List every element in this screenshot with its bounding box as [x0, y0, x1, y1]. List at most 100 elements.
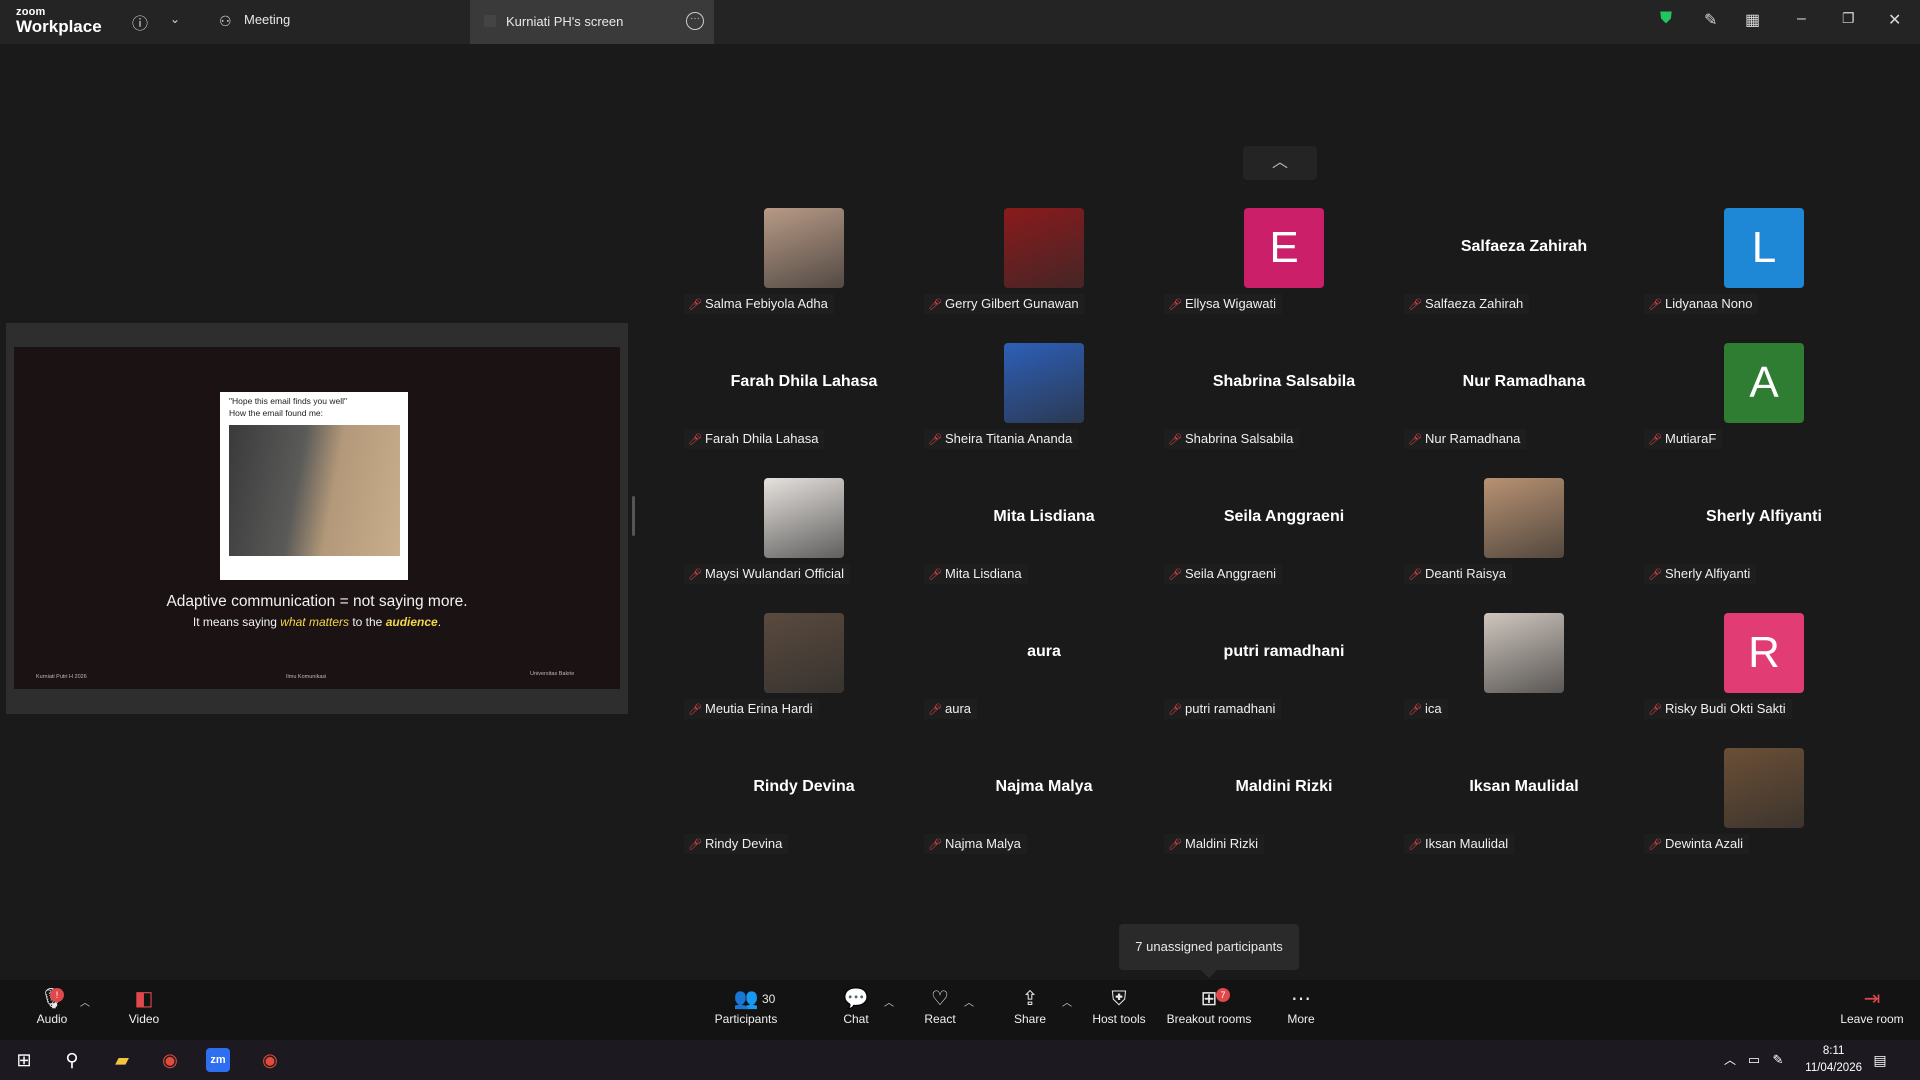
more-label: More [1287, 1012, 1315, 1026]
chat-label: Chat [843, 1012, 869, 1026]
unassigned-participants-tooltip[interactable]: 7 unassigned participants [1119, 924, 1299, 970]
mic-muted-icon: 🎤︎ [688, 299, 702, 311]
subtitle-emphasis: what matters [280, 615, 349, 629]
minimize-icon[interactable]: – [1797, 10, 1806, 28]
annotate-pen-icon[interactable]: ✎ [1704, 10, 1717, 30]
chrome-profile-icon[interactable]: ◉ [258, 1048, 282, 1072]
participant-name-tag: 🎤︎ Sheira Titania Ananda [924, 429, 1079, 449]
leave-room-button[interactable]: ⇥ Leave room [1836, 980, 1908, 1040]
network-icon[interactable]: ▭ [1742, 1048, 1766, 1072]
breakout-rooms-label: Breakout rooms [1166, 1012, 1252, 1026]
participant-tile[interactable]: 🎤︎ Salma Febiyola Adha [684, 208, 924, 343]
share-options-caret[interactable]: ︿ [1062, 994, 1072, 1009]
clock-time: 8:11 [1822, 1045, 1845, 1057]
host-tools-button[interactable]: ⛨ Host tools [1088, 980, 1150, 1040]
participant-name-tag: 🎤︎ Deanti Raisya [1404, 564, 1512, 584]
meme-image: "Hope this email finds you well" How the… [220, 392, 408, 580]
participant-tile[interactable]: Iksan Maulidal 🎤︎ Iksan Maulidal [1404, 748, 1644, 883]
participant-tile[interactable]: 🎤︎ Deanti Raisya [1404, 478, 1644, 613]
avatar-photo [764, 613, 844, 693]
pen-tray-icon[interactable]: ✎ [1766, 1048, 1790, 1072]
participant-name-tag: 🎤︎ Lidyanaa Nono [1644, 294, 1759, 314]
share-button[interactable]: ⇪ Share [1006, 980, 1054, 1040]
tray-chevron-icon[interactable]: ︿ [1718, 1048, 1742, 1072]
participant-tile[interactable]: Salfaeza Zahirah 🎤︎ Salfaeza Zahirah [1404, 208, 1644, 343]
avatar-initial: E [1244, 208, 1324, 288]
security-shield-icon[interactable]: ⛊ [1660, 10, 1672, 28]
close-icon[interactable]: ✕ [1888, 10, 1901, 30]
more-options-icon[interactable]: ··· [686, 12, 704, 30]
participant-name: Maysi Wulandari Official [705, 566, 844, 581]
participant-name: Nur Ramadhana [1425, 431, 1521, 446]
zoom-app-icon[interactable]: zm [206, 1048, 230, 1072]
windows-start-icon[interactable]: ⊞ [12, 1048, 36, 1072]
breakout-rooms-button[interactable]: ⊞ Breakout rooms [1162, 980, 1256, 1040]
shared-screen-panel[interactable]: "Hope this email finds you well" How the… [6, 323, 628, 714]
audio-label: Audio [36, 1012, 68, 1026]
chevron-down-icon[interactable]: ⌄ [170, 12, 180, 26]
react-button[interactable]: ♡ React [916, 980, 964, 1040]
participant-name: Najma Malya [945, 836, 1021, 851]
participant-name-tag: 🎤︎ Risky Budi Okti Sakti [1644, 699, 1792, 719]
participant-tile[interactable]: E 🎤︎ Ellysa Wigawati [1164, 208, 1404, 343]
search-icon[interactable]: ⚲ [60, 1048, 84, 1072]
mic-muted-icon: 🎤︎ [1408, 299, 1422, 311]
react-options-caret[interactable]: ︿ [964, 994, 974, 1009]
mic-muted-icon: 🎤︎ [1168, 434, 1182, 446]
participant-tile[interactable]: A 🎤︎ MutiaraF [1644, 343, 1884, 478]
tab-meeting[interactable]: Meeting [244, 12, 290, 27]
file-explorer-icon[interactable]: ▰ [110, 1048, 134, 1072]
participant-tile[interactable]: putri ramadhani 🎤︎ putri ramadhani [1164, 613, 1404, 748]
participant-tile[interactable]: Najma Malya 🎤︎ Najma Malya [924, 748, 1164, 883]
chrome-icon[interactable]: ◉ [158, 1048, 182, 1072]
mic-muted-icon: 🎤︎ [688, 839, 702, 851]
system-clock[interactable]: 8:11 11/04/2026 [1805, 1043, 1862, 1077]
participant-tile[interactable]: 🎤︎ ica [1404, 613, 1644, 748]
participant-tile[interactable]: aura 🎤︎ aura [924, 613, 1164, 748]
meeting-info-icon[interactable]: ⓘ [132, 10, 148, 34]
participant-name: Ellysa Wigawati [1185, 296, 1277, 311]
participant-tile[interactable]: Sherly Alfiyanti 🎤︎ Sherly Alfiyanti [1644, 478, 1884, 613]
participant-tile[interactable]: 🎤︎ Maysi Wulandari Official [684, 478, 924, 613]
meme-caption-2: How the email found me: [229, 408, 324, 418]
audio-options-caret[interactable]: ︿ [80, 994, 90, 1009]
logo-bottom-text: Workplace [16, 17, 102, 36]
subtitle-part: It means saying [192, 615, 281, 629]
view-layout-icon[interactable]: ▦ [1745, 10, 1760, 30]
participant-tile[interactable]: 🎤︎ Sheira Titania Ananda [924, 343, 1164, 478]
participants-button[interactable]: 👥 Participants [712, 980, 780, 1040]
participant-tile[interactable]: 🎤︎ Dewinta Azali [1644, 748, 1884, 883]
mic-muted-icon: 🎤︎ [1648, 704, 1662, 716]
chat-button[interactable]: 💬 Chat [832, 980, 880, 1040]
participant-tile[interactable]: L 🎤︎ Lidyanaa Nono [1644, 208, 1884, 343]
participant-name: Sherly Alfiyanti [1665, 566, 1751, 581]
participant-tile[interactable]: 🎤︎ Gerry Gilbert Gunawan [924, 208, 1164, 343]
participant-tile[interactable]: Mita Lisdiana 🎤︎ Mita Lisdiana [924, 478, 1164, 613]
participant-tile[interactable]: Rindy Devina 🎤︎ Rindy Devina [684, 748, 924, 883]
more-button[interactable]: ⋯ More [1278, 980, 1324, 1040]
participant-tile[interactable]: 🎤︎ Meutia Erina Hardi [684, 613, 924, 748]
heart-icon: ♡ [931, 988, 949, 1010]
notifications-icon[interactable]: ▤ [1868, 1048, 1892, 1072]
video-button[interactable]: ◧ Video [120, 980, 168, 1040]
participant-name: aura [945, 701, 972, 716]
avatar-photo [1724, 748, 1804, 828]
participant-tile[interactable]: Seila Anggraeni 🎤︎ Seila Anggraeni [1164, 478, 1404, 613]
participant-tile[interactable]: Maldini Rizki 🎤︎ Maldini Rizki [1164, 748, 1404, 883]
participant-tile[interactable]: R 🎤︎ Risky Budi Okti Sakti [1644, 613, 1884, 748]
mic-muted-icon: 🎤︎ [1408, 569, 1422, 581]
participant-tile[interactable]: Farah Dhila Lahasa 🎤︎ Farah Dhila Lahasa [684, 343, 924, 478]
tab-shared-screen[interactable]: Kurniati PH's screen ··· [470, 0, 714, 44]
participant-tile[interactable]: Nur Ramadhana 🎤︎ Nur Ramadhana [1404, 343, 1644, 478]
title-bar: zoom Workplace ⓘ ⌄ ⚇ Meeting Kurniati PH… [0, 0, 1920, 44]
participant-display-name: aura [1027, 643, 1061, 660]
avatar-photo [1004, 343, 1084, 423]
chat-options-caret[interactable]: ︿ [884, 994, 894, 1009]
participant-name: Mita Lisdiana [945, 566, 1022, 581]
restore-icon[interactable]: ❐ [1842, 10, 1855, 27]
participant-tile[interactable]: Shabrina Salsabila 🎤︎ Shabrina Salsabila [1164, 343, 1404, 478]
gallery-scroll-up-button[interactable]: ︿ [1243, 146, 1317, 180]
mic-muted-icon: 🎤︎ [928, 839, 942, 851]
participant-name-tag: 🎤︎ Iksan Maulidal [1404, 834, 1515, 854]
panel-resize-handle[interactable] [632, 496, 635, 536]
